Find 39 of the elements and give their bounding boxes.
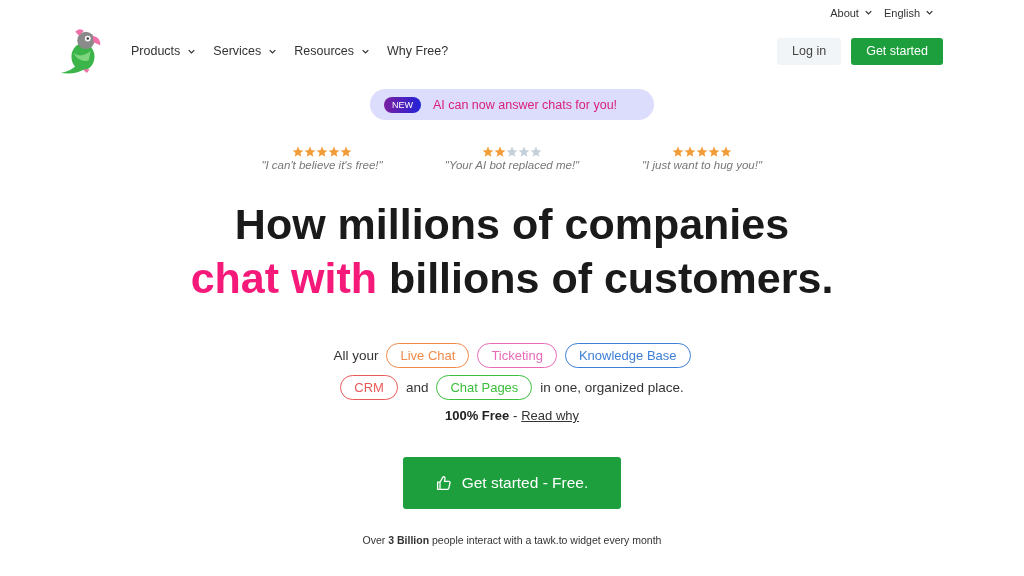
headline-text: How millions of companies [233,199,791,250]
nav-link[interactable]: Services [213,44,277,58]
star-icon [304,146,316,158]
nav-link[interactable]: About [830,4,872,21]
body-text: and [405,380,429,395]
product-tag[interactable]: CRM [340,375,398,400]
star-icon [482,146,494,158]
star-icon [696,146,708,158]
announcement-banner[interactable]: NEW AI can now answer chats for you! [369,89,655,120]
review-quote: "I just want to hug you!" [641,159,762,171]
body-text: All your [333,348,379,363]
login-button[interactable]: Log in [777,37,842,65]
stats-text: Over 3 Billion people interact with a tawk.to widget every month [362,534,662,546]
star-icon [684,146,696,158]
nav-link[interactable]: Resources [294,44,370,58]
free-text: 100% Free - [444,408,518,423]
star-icon [292,146,304,158]
star-icon [316,146,328,158]
body-text: in one, organized place. [540,380,684,395]
nav-link[interactable]: Why Free? [387,44,449,58]
headline-text: chat with billions of customers. [190,253,834,304]
read-why-link[interactable]: Read why [521,408,580,423]
star-icon [506,146,518,158]
announcement-text: AI can now answer chats for you! [432,97,618,112]
star-icon [720,146,732,158]
product-tag[interactable]: Knowledge Base [564,343,691,368]
star-icon [672,146,684,158]
star-icon [494,146,506,158]
thumbs-up-icon [435,475,452,491]
star-icon [708,146,720,158]
review-quote: "I can't believe it's free!" [261,159,383,171]
review-quote: "Your AI bot replaced me!" [444,159,580,171]
star-icon [328,146,340,158]
star-icon [340,146,352,158]
new-badge: NEW [383,96,421,113]
nav-link[interactable]: Products [131,44,196,58]
nav-link[interactable]: English [883,4,933,21]
star-icon [518,146,530,158]
star-icon [530,146,542,158]
